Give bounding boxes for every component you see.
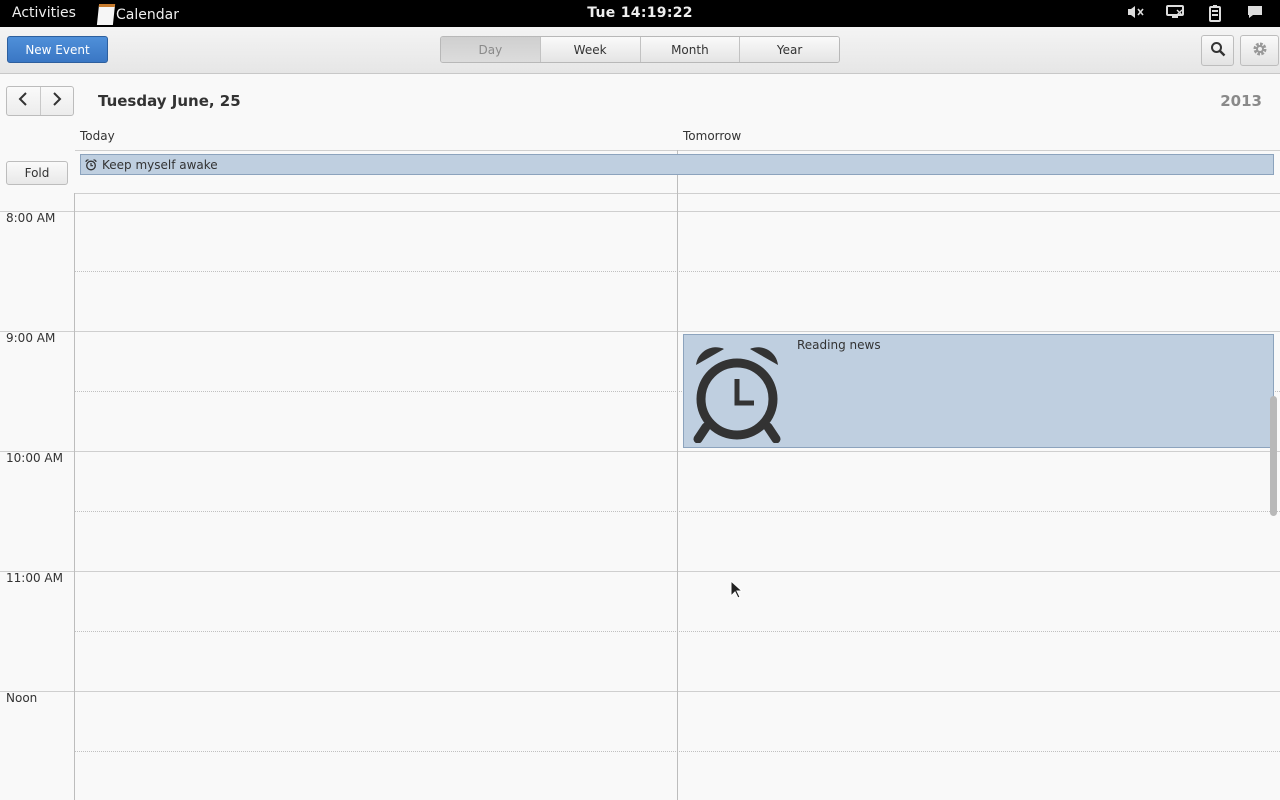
event-reading-news[interactable]: Reading news bbox=[683, 334, 1274, 448]
search-icon bbox=[1210, 41, 1226, 61]
grid-line bbox=[0, 571, 1280, 572]
grid-line bbox=[0, 211, 1280, 212]
header-bar: New Event Day Week Month Year bbox=[0, 27, 1280, 74]
time-label: 8:00 AM bbox=[6, 211, 56, 225]
time-column-divider bbox=[74, 193, 75, 800]
grid-line bbox=[0, 331, 1280, 332]
time-label: 10:00 AM bbox=[6, 451, 63, 465]
previous-button[interactable] bbox=[7, 87, 41, 115]
year-label: 2013 bbox=[1220, 92, 1262, 110]
clock[interactable]: Tue 14:19:22 bbox=[0, 5, 1280, 21]
mouse-pointer-icon bbox=[730, 579, 744, 604]
all-day-event[interactable]: Keep myself awake bbox=[80, 154, 1274, 175]
date-navigation bbox=[6, 86, 74, 116]
new-event-button[interactable]: New Event bbox=[7, 36, 108, 63]
chat-icon[interactable] bbox=[1245, 4, 1265, 22]
time-label: Noon bbox=[6, 691, 38, 705]
tab-day[interactable]: Day bbox=[441, 37, 541, 62]
tab-week[interactable]: Week bbox=[540, 37, 641, 62]
top-bar: Activities Calendar Tue 14:19:22 bbox=[0, 0, 1280, 27]
date-title: Tuesday June, 25 bbox=[98, 92, 241, 110]
search-button[interactable] bbox=[1201, 35, 1234, 66]
scrollbar-thumb[interactable] bbox=[1270, 396, 1277, 516]
tab-year[interactable]: Year bbox=[740, 37, 839, 62]
column-header-today: Today bbox=[80, 129, 115, 143]
network-icon[interactable] bbox=[1165, 4, 1185, 22]
day-column-divider bbox=[677, 150, 678, 800]
alarm-clock-icon bbox=[85, 158, 97, 171]
settings-button[interactable] bbox=[1240, 35, 1279, 66]
battery-icon[interactable] bbox=[1205, 4, 1225, 22]
tab-month[interactable]: Month bbox=[640, 37, 741, 62]
alarm-clock-icon bbox=[692, 343, 782, 447]
chevron-left-icon bbox=[17, 91, 29, 111]
grid-line bbox=[0, 451, 1280, 452]
grid-line bbox=[0, 691, 1280, 692]
all-day-event-title: Keep myself awake bbox=[102, 157, 218, 172]
volume-muted-icon[interactable] bbox=[1125, 4, 1145, 22]
column-header-tomorrow: Tomorrow bbox=[683, 129, 742, 143]
next-button[interactable] bbox=[41, 87, 74, 115]
time-label: 9:00 AM bbox=[6, 331, 56, 345]
view-switcher: Day Week Month Year bbox=[440, 36, 840, 63]
time-label: 11:00 AM bbox=[6, 571, 63, 585]
gear-icon bbox=[1251, 40, 1269, 62]
chevron-right-icon bbox=[51, 91, 63, 111]
event-title: Reading news bbox=[797, 338, 881, 352]
fold-button[interactable]: Fold bbox=[6, 161, 68, 185]
